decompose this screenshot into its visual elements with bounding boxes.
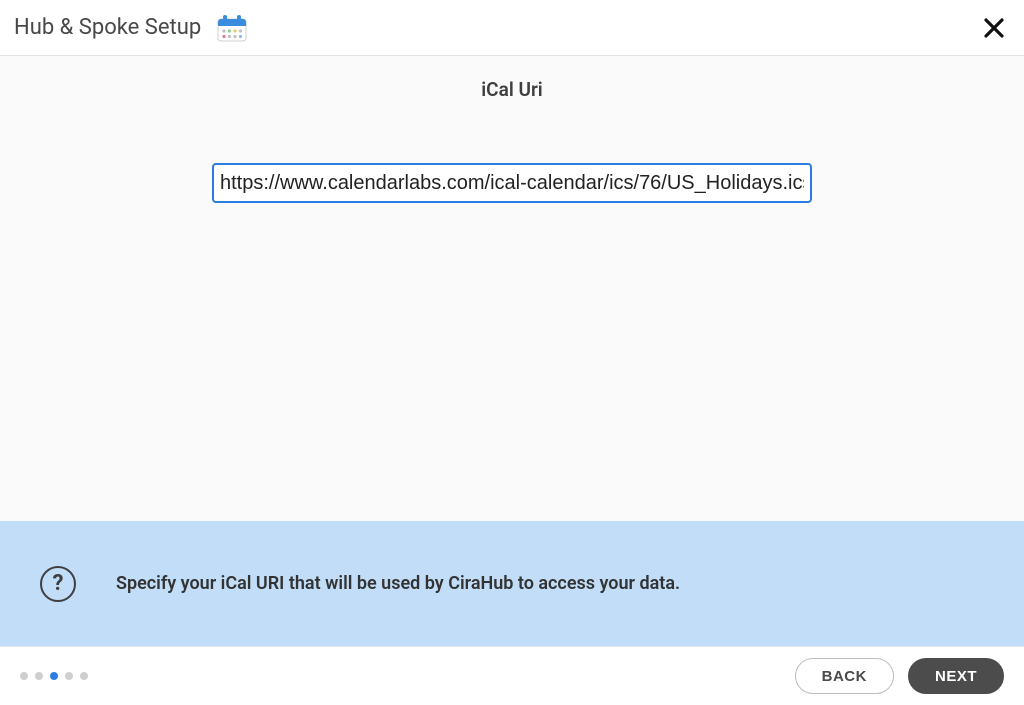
help-bar: ? Specify your iCal URI that will be use… (0, 521, 1024, 646)
close-button[interactable] (978, 12, 1010, 44)
help-icon: ? (40, 566, 76, 602)
dialog-body: iCal Uri (0, 56, 1024, 521)
step-indicator (20, 672, 88, 680)
step-dot (50, 672, 58, 680)
step-dot (20, 672, 28, 680)
ical-uri-input[interactable] (212, 163, 812, 203)
dialog-header: Hub & Spoke Setup (0, 0, 1024, 56)
next-button[interactable]: NEXT (908, 658, 1004, 694)
step-dot (35, 672, 43, 680)
uri-input-wrap (0, 163, 1024, 203)
close-icon (983, 17, 1005, 39)
dialog-footer: BACK NEXT (0, 646, 1024, 705)
back-button[interactable]: BACK (795, 658, 894, 694)
dialog-title: Hub & Spoke Setup (14, 15, 201, 40)
step-dot (80, 672, 88, 680)
help-text: Specify your iCal URI that will be used … (116, 573, 680, 594)
step-dot (65, 672, 73, 680)
section-title: iCal Uri (0, 56, 1024, 111)
calendar-icon (215, 11, 249, 45)
